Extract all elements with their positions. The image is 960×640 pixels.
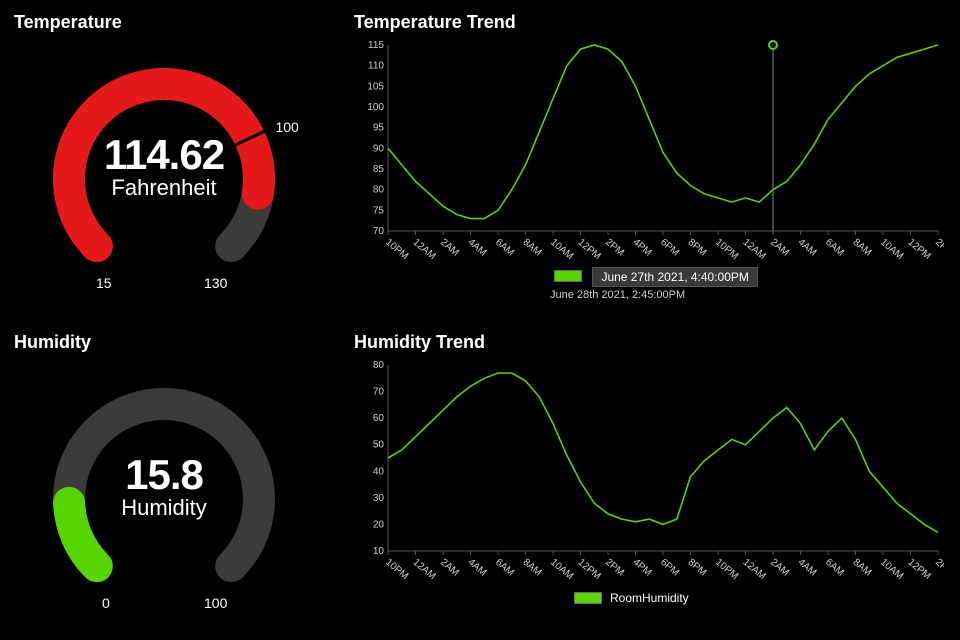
svg-text:4AM: 4AM xyxy=(796,557,819,579)
svg-text:10PM: 10PM xyxy=(383,237,410,262)
temperature-gauge[interactable]: 114.62 Fahrenheit 15 130 100 xyxy=(14,39,314,309)
svg-text:2AM: 2AM xyxy=(768,237,791,259)
svg-text:12AM: 12AM xyxy=(411,237,438,262)
svg-text:2PM: 2PM xyxy=(933,237,944,259)
svg-text:90: 90 xyxy=(373,143,385,154)
temperature-trend-chart[interactable]: 70758085909510010511011510PM12AM2AM4AM6A… xyxy=(354,39,946,339)
svg-text:12AM: 12AM xyxy=(741,557,768,582)
temperature-trend-svg: 70758085909510010511011510PM12AM2AM4AM6A… xyxy=(354,39,944,269)
svg-text:6AM: 6AM xyxy=(493,557,516,579)
humidity-max-label: 100 xyxy=(204,595,227,611)
temperature-legend-swatch xyxy=(554,270,582,282)
humidity-trend-panel: Humidity Trend 102030405060708010PM12AM2… xyxy=(340,320,960,640)
svg-text:4AM: 4AM xyxy=(466,237,489,259)
svg-text:50: 50 xyxy=(373,440,385,451)
svg-text:8AM: 8AM xyxy=(851,557,874,579)
svg-text:10PM: 10PM xyxy=(713,557,740,582)
humidity-gauge[interactable]: 15.8 Humidity 0 100 xyxy=(14,359,314,629)
temperature-gauge-panel: Temperature 114.62 Fahrenheit 15 130 100 xyxy=(0,0,340,320)
svg-text:70: 70 xyxy=(373,387,385,398)
svg-text:4PM: 4PM xyxy=(631,237,654,259)
svg-text:8PM: 8PM xyxy=(686,237,709,259)
svg-text:4PM: 4PM xyxy=(631,557,654,579)
svg-text:6PM: 6PM xyxy=(658,557,681,579)
svg-text:4AM: 4AM xyxy=(796,237,819,259)
svg-text:95: 95 xyxy=(373,123,385,134)
humidity-trend-chart[interactable]: 102030405060708010PM12AM2AM4AM6AM8AM10AM… xyxy=(354,359,946,640)
temperature-max-label: 130 xyxy=(204,275,227,291)
humidity-unit: Humidity xyxy=(14,495,314,521)
svg-text:105: 105 xyxy=(367,81,384,92)
svg-text:2PM: 2PM xyxy=(603,237,626,259)
svg-text:6PM: 6PM xyxy=(658,237,681,259)
svg-text:12AM: 12AM xyxy=(411,557,438,582)
svg-text:60: 60 xyxy=(373,413,385,424)
svg-text:10PM: 10PM xyxy=(383,557,410,582)
svg-text:10: 10 xyxy=(373,546,385,557)
temperature-gauge-title: Temperature xyxy=(14,12,326,33)
svg-text:100: 100 xyxy=(367,102,384,113)
svg-text:2PM: 2PM xyxy=(603,557,626,579)
svg-text:6AM: 6AM xyxy=(823,237,846,259)
svg-text:10AM: 10AM xyxy=(878,557,905,582)
svg-text:8AM: 8AM xyxy=(851,237,874,259)
svg-text:110: 110 xyxy=(368,61,384,72)
humidity-gauge-title: Humidity xyxy=(14,332,326,353)
svg-text:80: 80 xyxy=(373,185,385,196)
temperature-min-label: 15 xyxy=(96,275,112,291)
svg-text:70: 70 xyxy=(373,226,385,237)
svg-text:2AM: 2AM xyxy=(438,557,461,579)
temperature-legend-tooltip: June 27th 2021, 4:40:00PM xyxy=(592,267,757,287)
svg-text:12PM: 12PM xyxy=(906,237,933,262)
svg-text:115: 115 xyxy=(368,40,384,51)
svg-text:6AM: 6AM xyxy=(823,557,846,579)
humidity-trend-svg: 102030405060708010PM12AM2AM4AM6AM8AM10AM… xyxy=(354,359,944,589)
svg-text:12PM: 12PM xyxy=(906,557,933,582)
temperature-unit: Fahrenheit xyxy=(14,175,314,201)
svg-text:2AM: 2AM xyxy=(768,557,791,579)
svg-text:10AM: 10AM xyxy=(878,237,905,262)
humidity-legend-label: RoomHumidity xyxy=(610,591,689,605)
svg-text:10AM: 10AM xyxy=(548,557,575,582)
humidity-legend-swatch xyxy=(574,592,602,604)
svg-text:10AM: 10AM xyxy=(548,237,575,262)
svg-text:12PM: 12PM xyxy=(576,557,603,582)
svg-text:12AM: 12AM xyxy=(741,237,768,262)
temperature-trend-panel: Temperature Trend 70 75 80 85 90 95 100 105 110 1… xyxy=(340,0,960,320)
svg-text:30: 30 xyxy=(373,493,385,504)
humidity-trend-title: Humidity Trend xyxy=(354,332,946,353)
svg-text:12PM: 12PM xyxy=(576,237,603,262)
temperature-trend-title: Temperature Trend xyxy=(354,12,946,33)
temperature-status-time: June 28th 2021, 2:45:00PM xyxy=(550,289,685,301)
svg-text:2PM: 2PM xyxy=(933,557,944,579)
svg-text:80: 80 xyxy=(373,360,385,371)
svg-text:8PM: 8PM xyxy=(686,557,709,579)
svg-text:20: 20 xyxy=(373,519,385,530)
svg-text:85: 85 xyxy=(373,164,385,175)
humidity-gauge-panel: Humidity 15.8 Humidity 0 100 xyxy=(0,320,340,640)
humidity-min-label: 0 xyxy=(102,595,110,611)
temperature-legend[interactable] xyxy=(554,270,582,282)
humidity-value: 15.8 xyxy=(14,451,314,499)
svg-text:4AM: 4AM xyxy=(466,557,489,579)
humidity-legend[interactable]: RoomHumidity xyxy=(574,591,689,605)
svg-text:40: 40 xyxy=(373,466,385,477)
svg-text:6AM: 6AM xyxy=(493,237,516,259)
svg-text:2AM: 2AM xyxy=(438,237,461,259)
temperature-value: 114.62 xyxy=(14,131,314,179)
svg-text:8AM: 8AM xyxy=(521,237,544,259)
svg-text:75: 75 xyxy=(373,205,385,216)
svg-text:8AM: 8AM xyxy=(521,557,544,579)
temperature-threshold-label: 100 xyxy=(275,119,298,135)
svg-text:10PM: 10PM xyxy=(713,237,740,262)
